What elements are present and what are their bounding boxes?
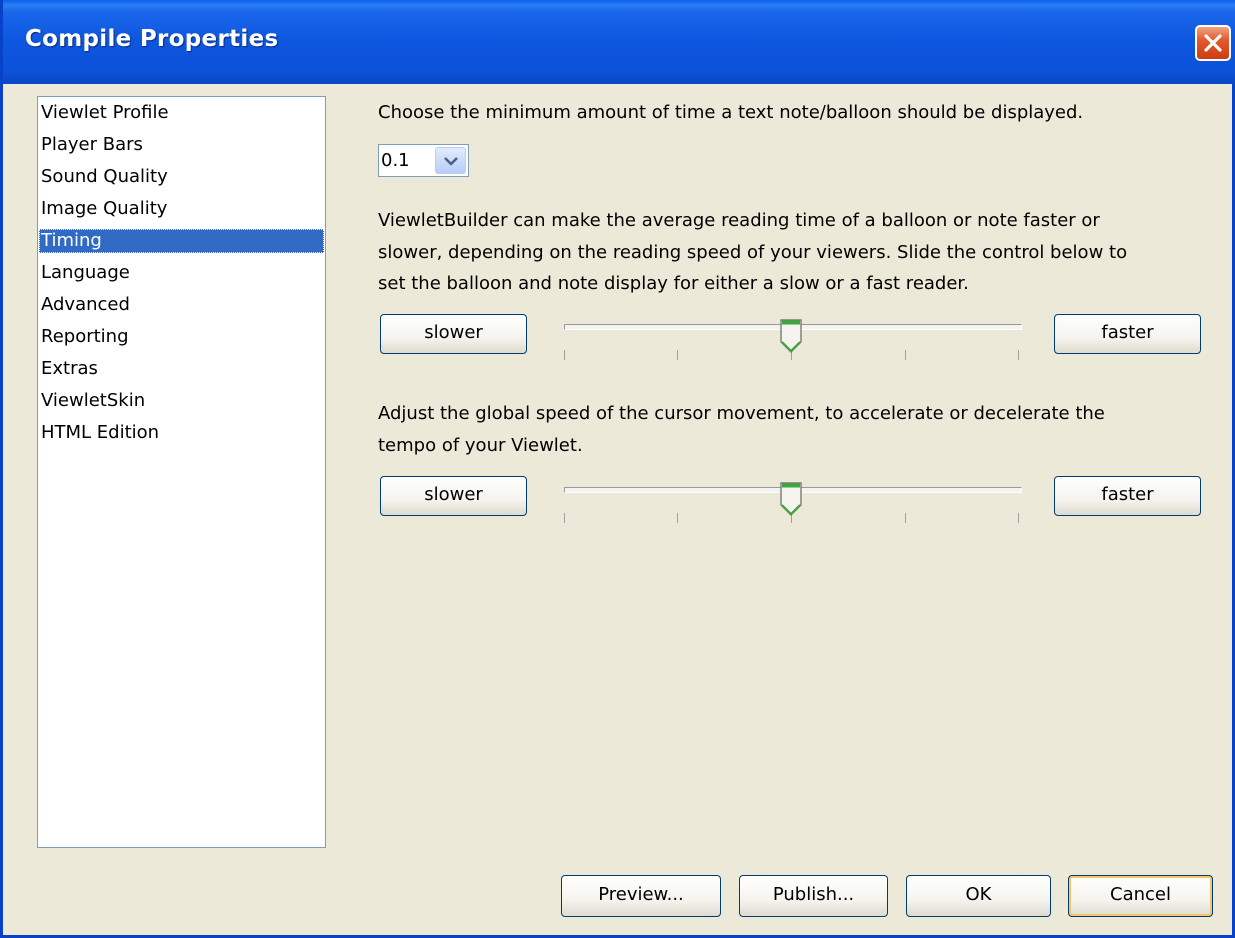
close-icon	[1204, 34, 1222, 52]
nav-item-html-edition[interactable]: HTML Edition	[39, 421, 324, 445]
cursor-desc-line-1: Adjust the global speed of the cursor mo…	[378, 403, 1105, 424]
cursor-slider-thumb[interactable]	[779, 481, 803, 517]
nav-item-language[interactable]: Language	[39, 261, 324, 285]
nav-item-timing[interactable]: Timing	[39, 229, 324, 253]
slider-tick	[1018, 513, 1019, 523]
cursor-speed-slider[interactable]	[564, 481, 1024, 531]
slider-tick	[564, 513, 565, 523]
cursor-slower-button[interactable]: slower	[380, 476, 527, 516]
slider-tick	[677, 350, 678, 360]
reading-faster-button[interactable]: faster	[1054, 314, 1201, 354]
nav-item-advanced[interactable]: Advanced	[39, 293, 324, 317]
min-time-value: 0.1	[381, 150, 410, 171]
min-time-dropdown-button[interactable]	[435, 147, 466, 174]
reading-slower-button[interactable]: slower	[380, 314, 527, 354]
close-button[interactable]	[1195, 25, 1231, 61]
chevron-down-icon	[444, 157, 458, 166]
cursor-desc-line-2: tempo of your Viewlet.	[378, 435, 583, 456]
nav-item-image-quality[interactable]: Image Quality	[39, 197, 324, 221]
nav-item-sound-quality[interactable]: Sound Quality	[39, 165, 324, 189]
reading-speed-slider[interactable]	[564, 318, 1024, 368]
title-bar: Compile Properties	[3, 0, 1235, 84]
slider-tick	[905, 350, 906, 360]
window-title: Compile Properties	[25, 26, 279, 52]
slider-tick	[1018, 350, 1019, 360]
cursor-faster-button[interactable]: faster	[1054, 476, 1201, 516]
nav-item-extras[interactable]: Extras	[39, 357, 324, 381]
nav-item-player-bars[interactable]: Player Bars	[39, 133, 324, 157]
reading-desc-line-3: set the balloon and note display for eit…	[378, 273, 969, 294]
slider-tick	[905, 513, 906, 523]
slider-tick	[564, 350, 565, 360]
nav-item-reporting[interactable]: Reporting	[39, 325, 324, 349]
reading-desc-line-1: ViewletBuilder can make the average read…	[378, 210, 1100, 231]
reading-desc-line-2: slower, depending on the reading speed o…	[378, 242, 1128, 263]
preview-button[interactable]: Preview...	[561, 875, 721, 917]
min-time-select[interactable]: 0.1	[378, 144, 469, 177]
nav-item-viewlet-profile[interactable]: Viewlet Profile	[39, 101, 324, 125]
min-time-label: Choose the minimum amount of time a text…	[378, 102, 1084, 123]
reading-slider-thumb[interactable]	[779, 318, 803, 354]
nav-item-viewletskin[interactable]: ViewletSkin	[39, 389, 324, 413]
category-list[interactable]: Viewlet Profile Player Bars Sound Qualit…	[37, 96, 326, 848]
cancel-button[interactable]: Cancel	[1068, 875, 1213, 917]
ok-button[interactable]: OK	[906, 875, 1051, 917]
slider-tick	[677, 513, 678, 523]
publish-button[interactable]: Publish...	[739, 875, 888, 917]
